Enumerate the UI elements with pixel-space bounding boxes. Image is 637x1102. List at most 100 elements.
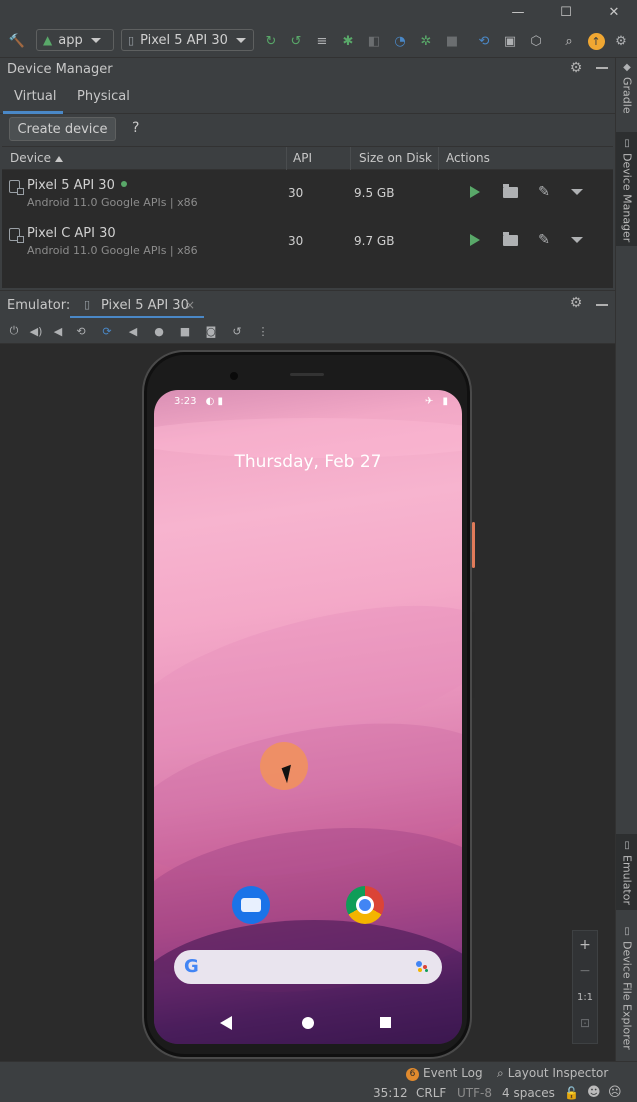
tab-gradle[interactable]: ◆ Gradle — [616, 62, 637, 122]
create-device-button[interactable]: Create device — [9, 117, 116, 141]
help-button[interactable]: ? — [132, 120, 139, 136]
edit-button[interactable]: ✎ — [535, 231, 553, 249]
android-icon: ▲ — [43, 33, 53, 47]
message-bubble-icon — [241, 898, 261, 912]
lockscreen-date[interactable]: Thursday, Feb 27 — [154, 452, 462, 472]
debug-icon[interactable]: ✱ — [338, 31, 358, 51]
minimize-button[interactable]: — — [495, 0, 541, 24]
tab-emulator[interactable]: ▯ Emulator — [616, 834, 637, 910]
more-icon[interactable]: ⋮ — [255, 323, 271, 339]
earpiece-speaker — [290, 373, 324, 376]
gear-icon[interactable]: ⚙ — [567, 295, 585, 313]
device-selector[interactable]: ▯ Pixel 5 API 30 — [121, 29, 254, 51]
hide-panel-button[interactable] — [596, 304, 608, 306]
zoom-out-button[interactable]: − — [573, 959, 597, 983]
messages-app-icon[interactable] — [232, 886, 270, 924]
rotate-left-icon[interactable]: ⟲ — [73, 323, 89, 339]
more-actions-button[interactable] — [568, 231, 586, 249]
open-folder-button[interactable] — [501, 231, 519, 249]
more-actions-button[interactable] — [568, 183, 586, 201]
home-icon[interactable]: ● — [151, 323, 167, 339]
hide-panel-button[interactable] — [596, 67, 608, 69]
close-window-button[interactable]: ✕ — [591, 0, 637, 24]
attach-debugger-icon[interactable]: ◧ — [364, 31, 384, 51]
overview-icon[interactable]: ■ — [177, 323, 193, 339]
close-tab-icon[interactable]: × — [185, 298, 195, 312]
status-bar: 6 Event Log ⌕ Layout Inspector 35:12 CRLF … — [0, 1061, 637, 1102]
nav-home-icon[interactable] — [302, 1017, 314, 1029]
power-icon[interactable]: ⏻ — [6, 323, 22, 339]
layout-inspector-button[interactable]: ⌕ Layout Inspector — [497, 1066, 608, 1081]
device-screen[interactable]: 3:23 ◐ ▮ ✈ ▮ Thursday, Feb 27 G — [154, 390, 462, 1044]
volume-down-icon[interactable]: ◀ — [50, 323, 66, 339]
file-encoding[interactable]: UTF-8 — [457, 1086, 492, 1100]
run-config-label: app — [58, 32, 83, 48]
gear-icon[interactable]: ⚙ — [567, 60, 585, 78]
profiler-icon[interactable]: ◔ — [390, 31, 410, 51]
power-side-button[interactable] — [472, 522, 475, 568]
column-api[interactable]: API — [293, 151, 312, 165]
back-icon[interactable]: ◀ — [125, 323, 141, 339]
attach-debug-icon[interactable]: ✲ — [416, 31, 436, 51]
build-hammer-icon[interactable]: 🔨 — [7, 31, 27, 51]
event-log-label: Event Log — [423, 1066, 483, 1080]
apply-changes-icon[interactable]: ↻ — [261, 31, 281, 51]
airplane-icon: ✈ — [424, 396, 434, 407]
tab-physical[interactable]: Physical — [77, 89, 130, 104]
event-log-button[interactable]: 6 Event Log — [406, 1066, 483, 1081]
chrome-app-icon[interactable] — [346, 886, 384, 924]
gradle-sync-icon[interactable]: ⟲ — [474, 31, 494, 51]
device-name: Pixel 5 API 30 — [27, 178, 115, 193]
edit-button[interactable]: ✎ — [535, 183, 553, 201]
caret-position[interactable]: 35:12 — [373, 1086, 408, 1100]
maximize-icon: ☐ — [560, 4, 572, 20]
google-search-bar[interactable]: G — [174, 950, 442, 984]
volume-side-button[interactable] — [472, 612, 475, 698]
open-folder-button[interactable] — [501, 183, 519, 201]
snapshot-icon[interactable]: ↺ — [229, 323, 245, 339]
rotate-right-icon[interactable]: ⟳ — [99, 323, 115, 339]
memory-indicator-icon[interactable]: ☹ — [608, 1085, 622, 1100]
maximize-button[interactable]: ☐ — [543, 0, 589, 24]
emulator-tab-icon: ▯ — [624, 840, 630, 851]
camera-icon[interactable]: ◙ — [203, 323, 219, 339]
assistant-icon[interactable] — [416, 961, 430, 973]
run-config-selector[interactable]: ▲ app — [36, 29, 114, 51]
settings-sync-icon[interactable]: ⚙ — [611, 31, 631, 51]
emulator-display-area: 3:23 ◐ ▮ ✈ ▮ Thursday, Feb 27 G — [0, 344, 615, 1061]
launch-button[interactable] — [466, 231, 484, 249]
sort-ascending-icon — [55, 155, 64, 162]
feedback-smile-icon[interactable]: ☻ — [587, 1085, 601, 1100]
tab-virtual[interactable]: Virtual — [14, 89, 56, 104]
column-device-label: Device — [10, 151, 52, 165]
nav-recents-icon[interactable] — [380, 1017, 391, 1028]
lock-icon[interactable]: 🔓 — [564, 1086, 579, 1100]
device-type-tabs: Virtual Physical — [0, 82, 615, 114]
emulator-device-tab[interactable]: ▯ Pixel 5 API 30 × — [70, 291, 204, 319]
device-table-body: Pixel 5 API 30 Android 11.0 Google APIs … — [2, 170, 613, 288]
column-device[interactable]: Device — [10, 151, 64, 165]
search-icon[interactable]: ⌕ — [559, 31, 579, 51]
indent-setting[interactable]: 4 spaces — [502, 1086, 555, 1100]
line-separator[interactable]: CRLF — [416, 1086, 446, 1100]
sdk-manager-icon[interactable]: ⬡ — [526, 31, 546, 51]
nav-back-icon[interactable] — [220, 1016, 232, 1030]
zoom-actual-size-button[interactable]: 1:1 — [573, 985, 597, 1009]
update-button[interactable]: ↑ — [586, 31, 606, 51]
coverage-icon[interactable]: ≡ — [312, 31, 332, 51]
table-row[interactable]: Pixel 5 API 30 Android 11.0 Google APIs … — [2, 170, 613, 218]
right-tool-strip: ◆ Gradle ▯ Device Manager ▯ Emulator ▯ D… — [615, 58, 637, 1061]
zoom-fit-icon[interactable]: ⊡ — [573, 1011, 597, 1035]
zoom-in-button[interactable]: + — [573, 933, 597, 957]
column-size[interactable]: Size on Disk — [359, 151, 432, 165]
device-manager-icon[interactable]: ▣ — [500, 31, 520, 51]
volume-up-icon[interactable]: ◀) — [28, 323, 44, 339]
launch-button[interactable] — [466, 183, 484, 201]
layout-inspector-icon: ⌕ — [497, 1066, 504, 1080]
stop-icon[interactable]: ■ — [442, 31, 462, 51]
table-row[interactable]: Pixel C API 30 Android 11.0 Google APIs … — [2, 218, 613, 266]
chevron-down-icon — [90, 37, 101, 43]
apply-code-changes-icon[interactable]: ↺ — [286, 31, 306, 51]
tab-device-file-explorer[interactable]: ▯ Device File Explorer — [616, 926, 637, 1050]
tab-device-manager[interactable]: ▯ Device Manager — [616, 132, 637, 246]
